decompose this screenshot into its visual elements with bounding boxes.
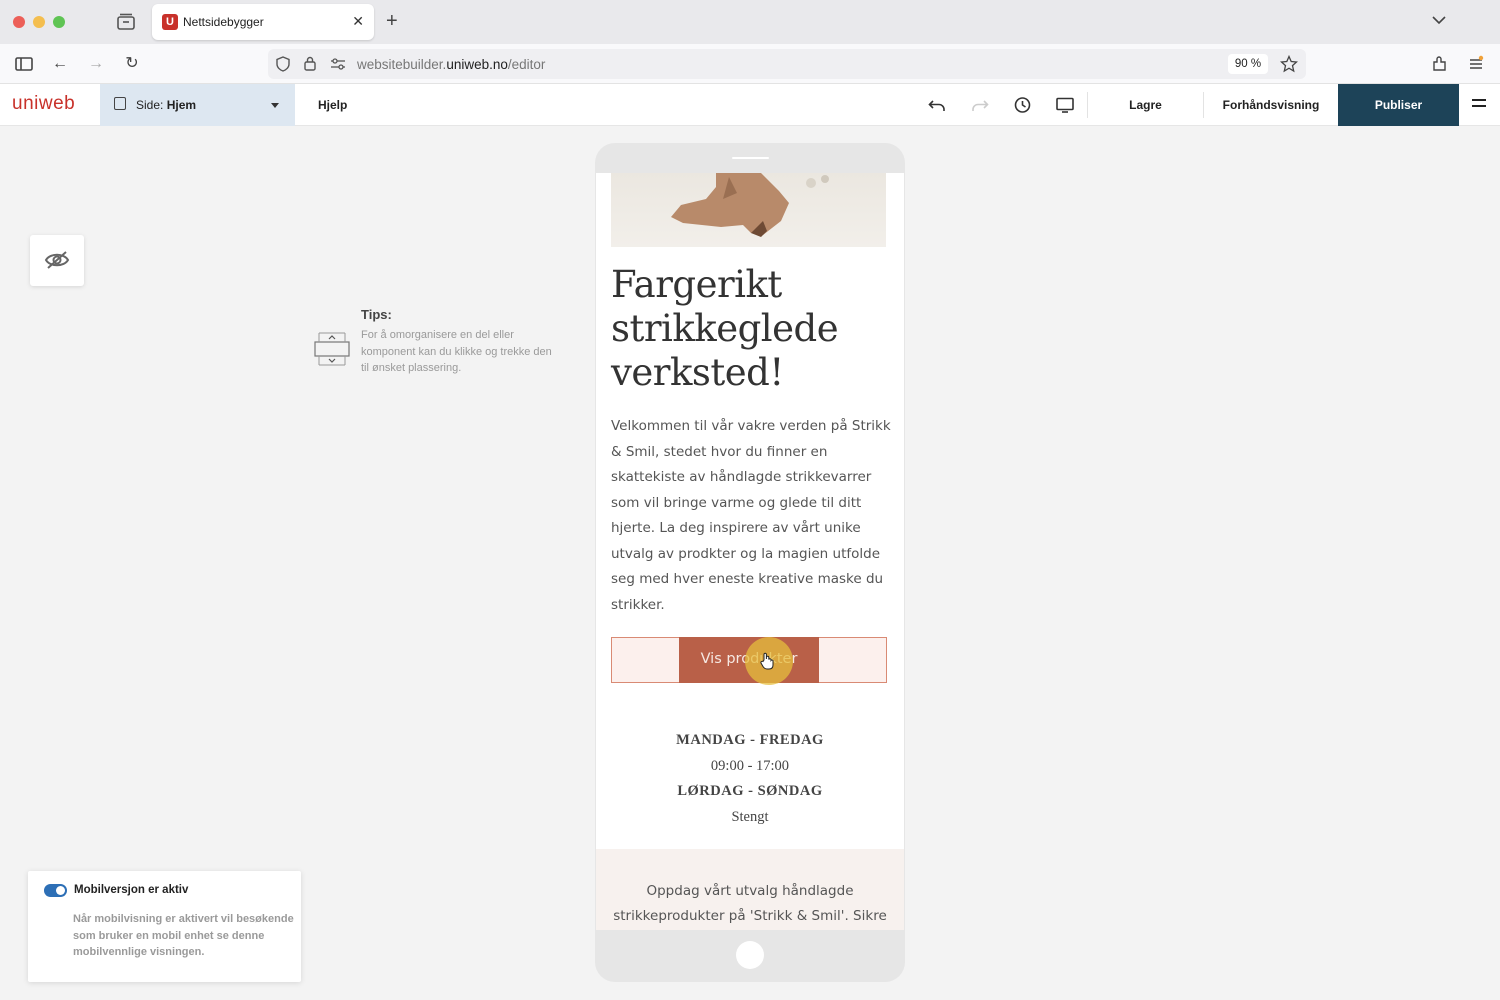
uniweb-favicon-icon: U [162, 14, 178, 30]
browser-titlebar: U Nettsidebygger ✕ + [0, 0, 1500, 44]
lock-icon[interactable] [304, 56, 316, 71]
cta-button-block-selected[interactable]: Vis produkter [611, 637, 887, 685]
mobile-version-toggle[interactable] [44, 884, 67, 897]
app-menu-icon[interactable] [1467, 55, 1485, 73]
page-selector-label: Side: Hjem [136, 98, 197, 112]
tips-body: For å omorganisere en del eller komponen… [361, 329, 552, 374]
zoom-level-badge[interactable]: 90 % [1228, 54, 1268, 74]
mobile-version-description: Når mobilvisning er aktivert vil besøken… [73, 913, 294, 958]
products-intro-section[interactable]: Oppdag vårt utvalg håndlagde strikkeprod… [596, 849, 904, 930]
tab-title: Nettsidebygger [183, 15, 264, 29]
redo-icon[interactable] [970, 95, 990, 115]
phone-preview-frame: Fargerikt strikkeglede verksted! Velkomm… [595, 143, 905, 982]
minimize-window-button[interactable] [33, 16, 45, 28]
publish-button[interactable]: Publiser [1338, 84, 1459, 126]
tips-title: Tips: [361, 307, 392, 322]
tab-archive-icon[interactable] [116, 12, 136, 32]
phone-home-button [736, 941, 764, 969]
undo-icon[interactable] [927, 95, 947, 115]
save-button[interactable]: Lagre [1088, 84, 1203, 126]
drag-reorder-icon [314, 332, 350, 366]
weekday-time: 09:00 - 17:00 [710, 757, 790, 774]
hero-image[interactable] [611, 173, 886, 247]
maximize-window-button[interactable] [53, 16, 65, 28]
browser-tab[interactable]: U Nettsidebygger ✕ [152, 4, 374, 40]
back-arrow-icon[interactable]: ← [50, 54, 70, 74]
editor-toolbar: uniweb Side: Hjem Hjelp Lagre Forhåndsvi… [0, 84, 1500, 126]
caret-down-icon [271, 103, 279, 108]
address-bar[interactable]: websitebuilder.uniweb.no/editor 90 % [268, 49, 1306, 79]
opening-hours[interactable]: MANDAG - FREDAG 09:00 - 17:00 LØRDAG - S… [596, 728, 904, 830]
sidebar-toggle-icon[interactable] [14, 54, 34, 74]
hero-intro-text[interactable]: Velkommen til vår vakre verden på Strikk… [611, 414, 891, 618]
site-settings-icon[interactable] [330, 57, 346, 71]
phone-speaker [732, 157, 769, 159]
uniweb-logo[interactable]: uniweb [12, 93, 75, 115]
bookmark-star-icon[interactable] [1280, 55, 1298, 73]
desktop-view-icon[interactable] [1055, 95, 1075, 115]
hero-heading[interactable]: Fargerikt strikkeglede verksted! [611, 263, 891, 395]
mobile-version-title: Mobilversjon er aktiv [74, 884, 189, 896]
mobile-version-card: Mobilversjon er aktiv Når mobilvisning e… [28, 871, 301, 982]
extensions-icon[interactable] [1431, 55, 1449, 73]
reload-icon[interactable]: ↻ [122, 54, 142, 74]
new-tab-icon[interactable]: + [386, 10, 398, 33]
hand-cursor-icon [760, 652, 774, 670]
close-window-button[interactable] [13, 16, 25, 28]
page-icon [114, 97, 126, 110]
close-tab-icon[interactable]: ✕ [352, 13, 364, 30]
help-menu[interactable]: Hjelp [318, 98, 347, 112]
mobile-page-canvas[interactable]: Fargerikt strikkeglede verksted! Velkomm… [596, 173, 904, 930]
chevron-down-icon[interactable] [1430, 11, 1448, 29]
page-selector[interactable]: Side: Hjem [100, 84, 295, 126]
forward-arrow-icon[interactable]: → [86, 54, 106, 74]
boot-image [671, 173, 829, 237]
url-text[interactable]: websitebuilder.uniweb.no/editor [357, 57, 545, 72]
hide-elements-button[interactable] [30, 235, 84, 286]
products-intro-text: Oppdag vårt utvalg håndlagde strikkeprod… [613, 883, 887, 924]
shield-icon[interactable] [276, 56, 290, 72]
weekend-time: Stengt [731, 808, 769, 825]
weekend-label: LØRDAG - SØNDAG [677, 783, 823, 799]
hamburger-menu-icon[interactable] [1472, 99, 1486, 111]
weekday-label: MANDAG - FREDAG [676, 732, 824, 748]
browser-navbar: ← → ↻ websitebuilder.uniweb.no/editor 90… [0, 44, 1500, 84]
preview-button[interactable]: Forhåndsvisning [1204, 84, 1338, 126]
history-icon[interactable] [1012, 95, 1032, 115]
eye-off-icon [44, 251, 70, 269]
